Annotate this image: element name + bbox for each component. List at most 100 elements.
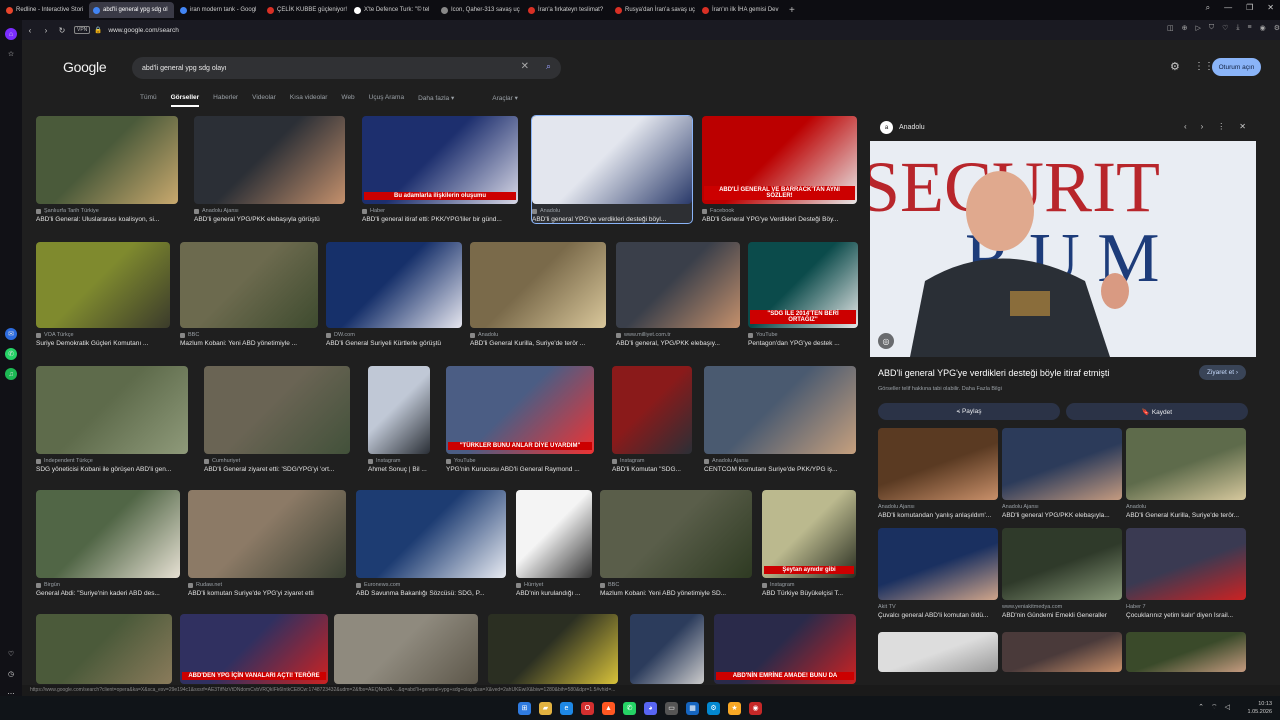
tab-more[interactable]: Daha fazla ▾	[418, 94, 454, 107]
related-image[interactable]: Haber 7 Çocuklarınız yetim kalır' diyen İ…	[1126, 528, 1246, 619]
download-icon[interactable]: ⤓	[1236, 24, 1239, 32]
related-caption[interactable]: ABD'nin Gündemi Emekli Generaller	[1002, 612, 1122, 619]
related-image[interactable]: Anadolu Ajansı ABD'li general YPG/PKK ele…	[1002, 428, 1122, 519]
result-caption[interactable]: Pentagon'dan YPG'ye destek ...	[748, 340, 858, 347]
result-caption[interactable]: ABD'li General Kurilla, Suriye'de terör …	[470, 340, 606, 347]
browser-tab[interactable]: ÇELİK KUBBE güçleniyor!	[263, 2, 348, 18]
result-caption[interactable]: ABD Türkiye Büyükelçisi T...	[762, 590, 856, 597]
result-source[interactable]: Independent Türkçe	[36, 458, 188, 464]
result-thumbnail[interactable]	[488, 614, 618, 684]
result-thumbnail[interactable]	[204, 366, 350, 454]
related-caption[interactable]: Çocuklarınız yetim kalır' diyen İsrail..…	[1126, 612, 1246, 619]
related-caption[interactable]: Çuvalcı general ABD'li komutan öldü...	[878, 612, 998, 619]
related-thumbnail[interactable]	[878, 632, 998, 672]
image-result[interactable]: Euronews.com ABD Savunma Bakanlığı Sözcüs…	[356, 490, 506, 597]
image-result[interactable]: BBC Mazlum Kobani: Yeni ABD yönetimiyle .…	[180, 242, 318, 347]
search-input[interactable]: abd'li general ypg sdg olayı	[142, 65, 227, 72]
image-result[interactable]	[630, 614, 704, 684]
related-thumbnail[interactable]	[1126, 632, 1246, 672]
vpn-badge[interactable]: VPN	[74, 26, 91, 34]
search-box[interactable]: abd'li general ypg sdg olayı ✕ ⌕	[132, 57, 561, 79]
image-result[interactable]: Independent Türkçe SDG yöneticisi Kobani …	[36, 366, 188, 473]
image-result[interactable]: Şanlıurfa Tarih Türkiye ABD'li General: U…	[36, 116, 178, 223]
maximize-icon[interactable]: ❐	[1246, 3, 1253, 13]
related-caption[interactable]: ABD'li general YPG/PKK elebaşıyla...	[1002, 512, 1122, 519]
result-caption[interactable]: Suriye Demokratik Güçleri Komutanı ...	[36, 340, 170, 347]
result-thumbnail[interactable]	[616, 242, 740, 328]
tools-button[interactable]: Araçlar ▾	[492, 94, 518, 107]
result-thumbnail[interactable]	[36, 490, 180, 578]
result-caption[interactable]: Mazlum Kobani: Yeni ABD yönetimiyle ...	[180, 340, 318, 347]
file-explorer-icon[interactable]: ▰	[539, 701, 552, 715]
brave-icon[interactable]: ▲	[602, 701, 615, 715]
image-result[interactable]: Anadolu Ajansı ABD'li general YPG/PKK ele…	[194, 116, 345, 223]
result-source[interactable]: www.milliyet.com.tr	[616, 332, 740, 338]
result-source[interactable]: Cumhuriyet	[204, 458, 350, 464]
new-tab-button[interactable]: +	[789, 5, 795, 16]
whatsapp-taskbar-icon[interactable]: ✆	[623, 701, 636, 715]
previous-icon[interactable]: ‹	[1184, 122, 1187, 131]
settings-app-icon[interactable]: ⚙	[707, 701, 720, 715]
related-thumbnail[interactable]	[1002, 632, 1122, 672]
calculator-icon[interactable]: ▦	[686, 701, 699, 715]
url-field[interactable]: www.google.com/search	[108, 27, 178, 34]
network-icon[interactable]: ⌔	[1211, 703, 1218, 712]
image-result[interactable]: Hürriyet ABD'nin kurulandığı ...	[516, 490, 592, 597]
related-image[interactable]: Anadolu ABD'li General Kurilla, Suriye'de…	[1126, 428, 1246, 519]
image-result[interactable]: Cumhuriyet ABD'li General ziyaret etti: '…	[204, 366, 350, 473]
result-thumbnail[interactable]	[600, 490, 752, 578]
result-thumbnail[interactable]	[36, 614, 172, 684]
tab-videos[interactable]: Videolar	[252, 94, 276, 107]
result-source[interactable]: Şanlıurfa Tarih Türkiye	[36, 208, 178, 214]
related-thumbnail[interactable]	[1002, 528, 1122, 600]
image-result[interactable]: "SDG İLE 2014'TEN BERİ ORTAĞIZ" YouTube Pe…	[748, 242, 858, 347]
discord-icon[interactable]: ◕	[644, 701, 657, 715]
related-source[interactable]: www.yeniakitmedya.com	[1002, 604, 1122, 610]
result-caption[interactable]: General Abdi: "Suriye'nin kaderi ABD des…	[36, 590, 180, 597]
related-thumbnail[interactable]	[878, 528, 998, 600]
result-thumbnail[interactable]	[36, 242, 170, 328]
image-result[interactable]: "TÜRKLER BUNU ANLAR DİYE UYARDIM" YouTube…	[446, 366, 594, 473]
image-result[interactable]: Anadolu ABD'li General Kurilla, Suriye'de…	[470, 242, 606, 347]
related-thumbnail[interactable]	[1126, 528, 1246, 600]
star-icon[interactable]: ☆	[5, 48, 17, 60]
related-image[interactable]	[1002, 632, 1122, 672]
browser-tab[interactable]: X'te Defence Turk: "© tel	[350, 2, 435, 18]
result-source[interactable]: YouTube	[446, 458, 594, 464]
result-source[interactable]: Facebook	[702, 208, 857, 214]
image-result[interactable]: VOA Türkçe Suriye Demokratik Güçleri Komu…	[36, 242, 170, 347]
result-thumbnail[interactable]: Şeytan aynıdır gibi	[762, 490, 856, 578]
result-caption[interactable]: ABD'li Komutan "SDG...	[612, 466, 692, 473]
reload-icon[interactable]: ↻	[54, 26, 70, 35]
related-caption[interactable]: ABD'li komutandan 'yanlış anlaşıldım'...	[878, 512, 998, 519]
browser-tab[interactable]: İran'a fırkateyn teslimat?	[524, 2, 609, 18]
result-thumbnail[interactable]: ABD'NİN EMRİNE AMADE! BUNU DA	[714, 614, 856, 684]
image-result[interactable]: Birgün General Abdi: "Suriye'nin kaderi A…	[36, 490, 180, 597]
search-icon[interactable]: ⌕	[546, 61, 551, 72]
tab-web[interactable]: Web	[341, 94, 354, 107]
related-image[interactable]: Akit TV Çuvalcı general ABD'li komutan öl…	[878, 528, 998, 619]
settings-gear-icon[interactable]: ⚙	[1170, 60, 1180, 73]
result-source[interactable]: Haber	[362, 208, 518, 214]
related-source[interactable]: Haber 7	[1126, 604, 1246, 610]
result-thumbnail[interactable]	[704, 366, 856, 454]
related-source[interactable]: Akit TV	[878, 604, 998, 610]
clear-icon[interactable]: ✕	[521, 61, 529, 72]
google-lens-icon[interactable]: ◎	[878, 333, 894, 349]
result-thumbnail[interactable]	[356, 490, 506, 578]
google-apps-icon[interactable]: ⋮⋮	[1194, 61, 1214, 72]
easy-setup-icon[interactable]: ⚙	[1274, 24, 1280, 32]
result-thumbnail[interactable]: ABD'Lİ GENERAL VE BARRACK'TAN AYNI SÖZLE…	[702, 116, 857, 204]
related-image[interactable]	[1126, 632, 1246, 672]
result-source[interactable]: BBC	[600, 582, 752, 588]
result-thumbnail[interactable]	[180, 242, 318, 328]
result-caption[interactable]: ABD Savunma Bakanlığı Sözcüsü: SDG, P...	[356, 590, 506, 597]
browser-tab[interactable]: İran'ın ilk İHA gemisi Dev	[698, 2, 783, 18]
image-result[interactable]: Instagram Ahmet Sonuç | Bil ...	[368, 366, 430, 473]
edge-icon[interactable]: e	[560, 701, 573, 715]
browser-tab[interactable]: Redline - Interactive Stori	[2, 2, 87, 18]
result-caption[interactable]: CENTCOM Komutanı Suriye'de PKK/YPG iş...	[704, 466, 856, 473]
opera-icon[interactable]: O	[581, 701, 594, 715]
app-icon[interactable]: ★	[728, 701, 741, 715]
result-thumbnail[interactable]	[532, 116, 692, 204]
